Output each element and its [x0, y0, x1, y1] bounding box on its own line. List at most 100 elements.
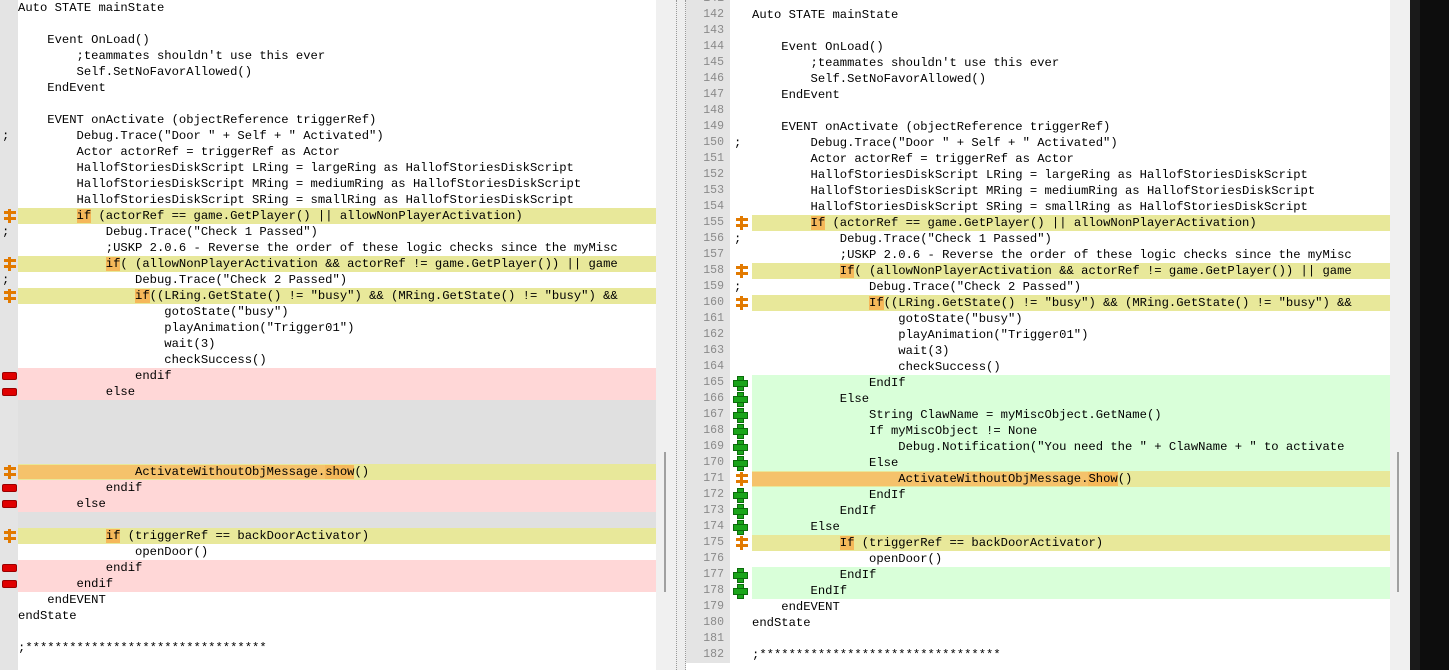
code-line[interactable]: 153 HallofStoriesDiskScript MRing = medi… [686, 183, 1390, 199]
removed-line-icon[interactable] [0, 384, 18, 400]
code-line[interactable]: 173 EndIf [686, 503, 1390, 519]
removed-line-icon[interactable] [0, 576, 18, 592]
removed-line-icon[interactable] [0, 496, 18, 512]
code-line[interactable] [0, 448, 660, 464]
code-line[interactable]: 147 EndEvent [686, 87, 1390, 103]
code-line[interactable]: 168 If myMiscObject != None [686, 423, 1390, 439]
code-line[interactable]: 148 [686, 103, 1390, 119]
code-line[interactable]: HallofStoriesDiskScript SRing = smallRin… [0, 192, 660, 208]
added-line-icon[interactable] [732, 423, 750, 439]
code-line[interactable]: 171 ActivateWithoutObjMessage.Show() [686, 471, 1390, 487]
changed-line-icon[interactable] [732, 535, 750, 551]
code-line[interactable]: 144 Event OnLoad() [686, 39, 1390, 55]
code-line[interactable] [0, 512, 660, 528]
added-line-icon[interactable] [732, 407, 750, 423]
code-line[interactable]: 155 If (actorRef == game.GetPlayer() || … [686, 215, 1390, 231]
code-line[interactable]: checkSuccess() [0, 352, 660, 368]
code-line[interactable]: Actor actorRef = triggerRef as Actor [0, 144, 660, 160]
code-line[interactable]: 162 playAnimation("Trigger01") [686, 327, 1390, 343]
code-line[interactable]: 146 Self.SetNoFavorAllowed() [686, 71, 1390, 87]
code-line[interactable]: 157 ;USKP 2.0.6 - Reverse the order of t… [686, 247, 1390, 263]
code-line[interactable]: 163 wait(3) [686, 343, 1390, 359]
code-line[interactable]: endif [0, 576, 660, 592]
code-line[interactable] [0, 432, 660, 448]
code-line[interactable]: Event OnLoad() [0, 32, 660, 48]
code-line[interactable]: 151 Actor actorRef = triggerRef as Actor [686, 151, 1390, 167]
left-scrollbar-thumb[interactable] [664, 452, 666, 592]
added-line-icon[interactable] [732, 519, 750, 535]
added-line-icon[interactable] [732, 375, 750, 391]
added-line-icon[interactable] [732, 439, 750, 455]
changed-line-icon[interactable] [0, 208, 18, 224]
code-line[interactable]: EVENT onActivate (objectReference trigge… [0, 112, 660, 128]
code-line[interactable]: 150 Debug.Trace("Door " + Self + " Activ… [686, 135, 1390, 151]
right-vertical-scrollbar[interactable] [1390, 0, 1410, 670]
added-line-icon[interactable] [732, 487, 750, 503]
changed-line-icon[interactable] [732, 263, 750, 279]
added-line-icon[interactable] [732, 455, 750, 471]
code-line[interactable]: 161 gotoState("busy") [686, 311, 1390, 327]
changed-line-icon[interactable] [732, 471, 750, 487]
code-line[interactable]: 174 Else [686, 519, 1390, 535]
code-line[interactable]: HallofStoriesDiskScript MRing = mediumRi… [0, 176, 660, 192]
code-line[interactable]: 175 If (triggerRef == backDoorActivator) [686, 535, 1390, 551]
code-line[interactable]: playAnimation("Trigger01") [0, 320, 660, 336]
code-line[interactable]: 165 EndIf [686, 375, 1390, 391]
changed-line-icon[interactable] [732, 215, 750, 231]
code-line[interactable]: openDoor() [0, 544, 660, 560]
code-line[interactable]: 177 EndIf [686, 567, 1390, 583]
code-line[interactable]: 141 [686, 0, 1390, 7]
code-line[interactable]: 176 openDoor() [686, 551, 1390, 567]
removed-line-icon[interactable] [0, 560, 18, 576]
code-line[interactable]: 169 Debug.Notification("You need the " +… [686, 439, 1390, 455]
code-line[interactable]: else [0, 496, 660, 512]
code-line[interactable]: Debug.Trace("Check 2 Passed") [0, 272, 660, 288]
code-line[interactable]: 142 Auto STATE mainState [686, 7, 1390, 23]
left-diff-pane[interactable]: Auto STATE mainState Event OnLoad() ;tea… [0, 0, 660, 670]
code-line[interactable]: ;********************************* [0, 640, 660, 656]
code-line[interactable]: 182 ;********************************* [686, 647, 1390, 663]
code-line[interactable]: ;USKP 2.0.6 - Reverse the order of these… [0, 240, 660, 256]
code-line[interactable]: ActivateWithoutObjMessage.show() [0, 464, 660, 480]
code-line[interactable]: gotoState("busy") [0, 304, 660, 320]
code-line[interactable]: Auto STATE mainState [0, 0, 660, 16]
code-line[interactable]: wait(3) [0, 336, 660, 352]
code-line[interactable]: 167 String ClawName = myMiscObject.GetNa… [686, 407, 1390, 423]
code-line[interactable]: 178 EndIf [686, 583, 1390, 599]
changed-line-icon[interactable] [0, 288, 18, 304]
right-scrollbar-thumb[interactable] [1397, 452, 1399, 592]
code-line[interactable]: 181 [686, 631, 1390, 647]
code-line[interactable]: 179 endEVENT [686, 599, 1390, 615]
code-line[interactable]: 166 Else [686, 391, 1390, 407]
added-line-icon[interactable] [732, 583, 750, 599]
code-line[interactable]: 152 HallofStoriesDiskScript LRing = larg… [686, 167, 1390, 183]
right-diff-pane[interactable]: 141142 Auto STATE mainState 143144 Event O… [686, 0, 1390, 670]
removed-line-icon[interactable] [0, 480, 18, 496]
code-line[interactable]: if( (allowNonPlayerActivation && actorRe… [0, 256, 660, 272]
code-line[interactable] [0, 624, 660, 640]
code-line[interactable]: else [0, 384, 660, 400]
code-line[interactable]: 158 If( (allowNonPlayerActivation && act… [686, 263, 1390, 279]
code-line[interactable]: 164 checkSuccess() [686, 359, 1390, 375]
code-line[interactable]: ;teammates shouldn't use this ever [0, 48, 660, 64]
code-line[interactable] [0, 16, 660, 32]
code-line[interactable]: endif [0, 560, 660, 576]
code-line[interactable]: 145 ;teammates shouldn't use this ever [686, 55, 1390, 71]
removed-line-icon[interactable] [0, 368, 18, 384]
code-line[interactable]: Self.SetNoFavorAllowed() [0, 64, 660, 80]
code-line[interactable]: Debug.Trace("Check 1 Passed") [0, 224, 660, 240]
left-vertical-scrollbar[interactable] [656, 0, 676, 670]
code-line[interactable]: if((LRing.GetState() != "busy") && (MRin… [0, 288, 660, 304]
changed-line-icon[interactable] [0, 528, 18, 544]
code-line[interactable]: EndEvent [0, 80, 660, 96]
code-line[interactable] [0, 416, 660, 432]
pane-splitter[interactable] [676, 0, 686, 670]
code-line[interactable]: HallofStoriesDiskScript LRing = largeRin… [0, 160, 660, 176]
code-line[interactable]: endif [0, 368, 660, 384]
code-line[interactable]: 149 EVENT onActivate (objectReference tr… [686, 119, 1390, 135]
changed-line-icon[interactable] [0, 256, 18, 272]
added-line-icon[interactable] [732, 503, 750, 519]
code-line[interactable]: 156 Debug.Trace("Check 1 Passed") [686, 231, 1390, 247]
code-line[interactable]: if (actorRef == game.GetPlayer() || allo… [0, 208, 660, 224]
code-line[interactable]: endif [0, 480, 660, 496]
